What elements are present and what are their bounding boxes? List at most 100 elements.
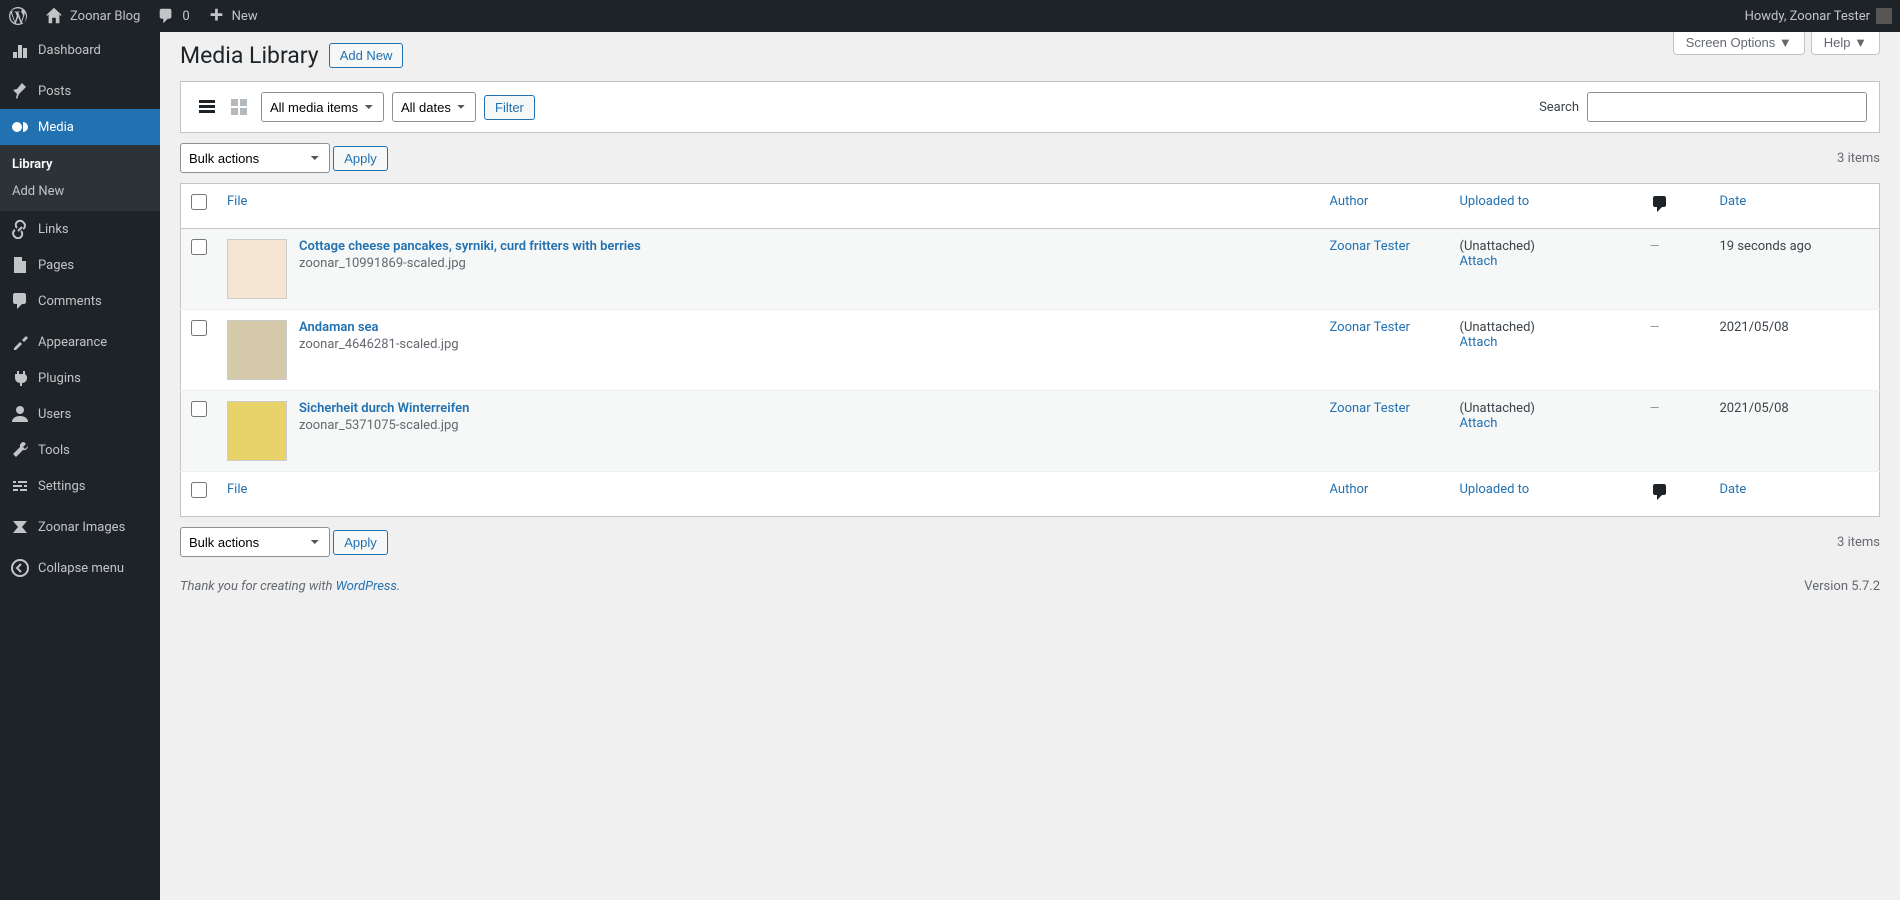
new-link[interactable]: New bbox=[206, 6, 258, 26]
date-cell: 2021/05/08 bbox=[1710, 310, 1880, 391]
zoonar-icon bbox=[10, 517, 30, 537]
col-date-header[interactable]: Date bbox=[1710, 184, 1880, 229]
site-name-link[interactable]: Zoonar Blog bbox=[44, 6, 140, 26]
col-parent-header[interactable]: Uploaded to bbox=[1450, 184, 1640, 229]
parent-status: (Unattached) bbox=[1460, 320, 1535, 335]
content-area: Screen Options ▼ Help ▼ Media Library Ad… bbox=[160, 32, 1900, 900]
link-icon bbox=[10, 219, 30, 239]
submenu-add-new[interactable]: Add New bbox=[0, 178, 160, 205]
wp-logo[interactable] bbox=[8, 6, 28, 26]
submenu-media: Library Add New bbox=[0, 145, 160, 211]
col-file-footer[interactable]: File bbox=[217, 472, 1320, 517]
howdy-link[interactable]: Howdy, Zoonar Tester bbox=[1745, 8, 1892, 24]
attach-link[interactable]: Attach bbox=[1460, 335, 1498, 350]
comment-icon bbox=[1650, 194, 1670, 214]
menu-posts[interactable]: Posts bbox=[0, 73, 160, 109]
menu-users[interactable]: Users bbox=[0, 396, 160, 432]
help-button[interactable]: Help ▼ bbox=[1811, 32, 1880, 55]
admin-sidebar: Dashboard Posts Media Library Add New Li… bbox=[0, 32, 160, 900]
author-link[interactable]: Zoonar Tester bbox=[1330, 401, 1410, 416]
file-title-link[interactable]: Andaman sea bbox=[299, 320, 459, 335]
table-row: Cottage cheese pancakes, syrniki, curd f… bbox=[181, 229, 1880, 310]
thumbnail[interactable] bbox=[227, 320, 287, 380]
dashboard-icon bbox=[10, 40, 30, 60]
row-checkbox[interactable] bbox=[191, 239, 207, 255]
bulk-actions-select-bottom[interactable]: Bulk actions bbox=[180, 527, 330, 557]
wordpress-icon bbox=[8, 6, 28, 26]
file-name: zoonar_4646281-scaled.jpg bbox=[299, 337, 459, 352]
author-link[interactable]: Zoonar Tester bbox=[1330, 320, 1410, 335]
apply-button-top[interactable]: Apply bbox=[333, 146, 388, 171]
grid-icon bbox=[229, 97, 249, 117]
comment-icon bbox=[156, 6, 176, 26]
media-type-select[interactable]: All media items bbox=[261, 92, 384, 122]
list-view-button[interactable] bbox=[193, 93, 221, 121]
menu-comments[interactable]: Comments bbox=[0, 283, 160, 319]
col-author-header[interactable]: Author bbox=[1320, 184, 1450, 229]
grid-view-button[interactable] bbox=[225, 93, 253, 121]
menu-settings[interactable]: Settings bbox=[0, 468, 160, 504]
attach-link[interactable]: Attach bbox=[1460, 254, 1498, 269]
wrench-icon bbox=[10, 440, 30, 460]
file-name: zoonar_5371075-scaled.jpg bbox=[299, 418, 459, 433]
col-file-header[interactable]: File bbox=[217, 184, 1320, 229]
comment-icon bbox=[1650, 482, 1670, 502]
items-count-bottom: 3 items bbox=[1837, 535, 1880, 550]
table-row: Andaman sea zoonar_4646281-scaled.jpg Zoon… bbox=[181, 310, 1880, 391]
row-checkbox[interactable] bbox=[191, 401, 207, 417]
menu-links[interactable]: Links bbox=[0, 211, 160, 247]
comment-icon bbox=[10, 291, 30, 311]
author-link[interactable]: Zoonar Tester bbox=[1330, 239, 1410, 254]
media-table: File Author Uploaded to Date Cottage che… bbox=[180, 183, 1880, 517]
page-title: Media Library bbox=[180, 42, 319, 69]
select-all-top[interactable] bbox=[191, 194, 207, 210]
thumbnail[interactable] bbox=[227, 401, 287, 461]
footer-wp-link[interactable]: WordPress bbox=[336, 579, 397, 594]
date-cell: 19 seconds ago bbox=[1710, 229, 1880, 310]
screen-options-button[interactable]: Screen Options ▼ bbox=[1673, 32, 1805, 55]
search-input[interactable] bbox=[1587, 92, 1867, 122]
comments-link[interactable]: 0 bbox=[156, 6, 189, 26]
page-icon bbox=[10, 255, 30, 275]
attach-link[interactable]: Attach bbox=[1460, 416, 1498, 431]
apply-button-bottom[interactable]: Apply bbox=[333, 530, 388, 555]
items-count-top: 3 items bbox=[1837, 151, 1880, 166]
col-author-footer[interactable]: Author bbox=[1320, 472, 1450, 517]
col-comments-header[interactable] bbox=[1640, 184, 1710, 229]
add-new-button[interactable]: Add New bbox=[329, 43, 404, 68]
col-date-footer[interactable]: Date bbox=[1710, 472, 1880, 517]
file-title-link[interactable]: Cottage cheese pancakes, syrniki, curd f… bbox=[299, 239, 641, 254]
thumbnail[interactable] bbox=[227, 239, 287, 299]
menu-collapse[interactable]: Collapse menu bbox=[0, 550, 160, 586]
filter-button[interactable]: Filter bbox=[484, 95, 535, 120]
menu-media[interactable]: Media bbox=[0, 109, 160, 145]
plus-icon bbox=[206, 6, 226, 26]
plug-icon bbox=[10, 368, 30, 388]
comments-count: — bbox=[1650, 401, 1660, 416]
collapse-icon bbox=[10, 558, 30, 578]
select-all-bottom[interactable] bbox=[191, 482, 207, 498]
howdy-text: Howdy, Zoonar Tester bbox=[1745, 9, 1870, 24]
comments-count: 0 bbox=[182, 9, 189, 24]
sliders-icon bbox=[10, 476, 30, 496]
site-name: Zoonar Blog bbox=[70, 9, 140, 24]
user-icon bbox=[10, 404, 30, 424]
menu-zoonar[interactable]: Zoonar Images bbox=[0, 509, 160, 545]
bulk-actions-select-top[interactable]: Bulk actions bbox=[180, 143, 330, 173]
menu-tools[interactable]: Tools bbox=[0, 432, 160, 468]
menu-pages[interactable]: Pages bbox=[0, 247, 160, 283]
footer-version: Version 5.7.2 bbox=[1804, 579, 1880, 594]
footer-thanks: Thank you for creating with bbox=[180, 579, 336, 594]
col-parent-footer[interactable]: Uploaded to bbox=[1450, 472, 1640, 517]
col-comments-footer[interactable] bbox=[1640, 472, 1710, 517]
parent-status: (Unattached) bbox=[1460, 239, 1535, 254]
parent-status: (Unattached) bbox=[1460, 401, 1535, 416]
media-date-select[interactable]: All dates bbox=[392, 92, 476, 122]
menu-dashboard[interactable]: Dashboard bbox=[0, 32, 160, 68]
menu-plugins[interactable]: Plugins bbox=[0, 360, 160, 396]
file-title-link[interactable]: Sicherheit durch Winterreifen bbox=[299, 401, 469, 416]
row-checkbox[interactable] bbox=[191, 320, 207, 336]
submenu-library[interactable]: Library bbox=[0, 151, 160, 178]
list-icon bbox=[197, 97, 217, 117]
menu-appearance[interactable]: Appearance bbox=[0, 324, 160, 360]
